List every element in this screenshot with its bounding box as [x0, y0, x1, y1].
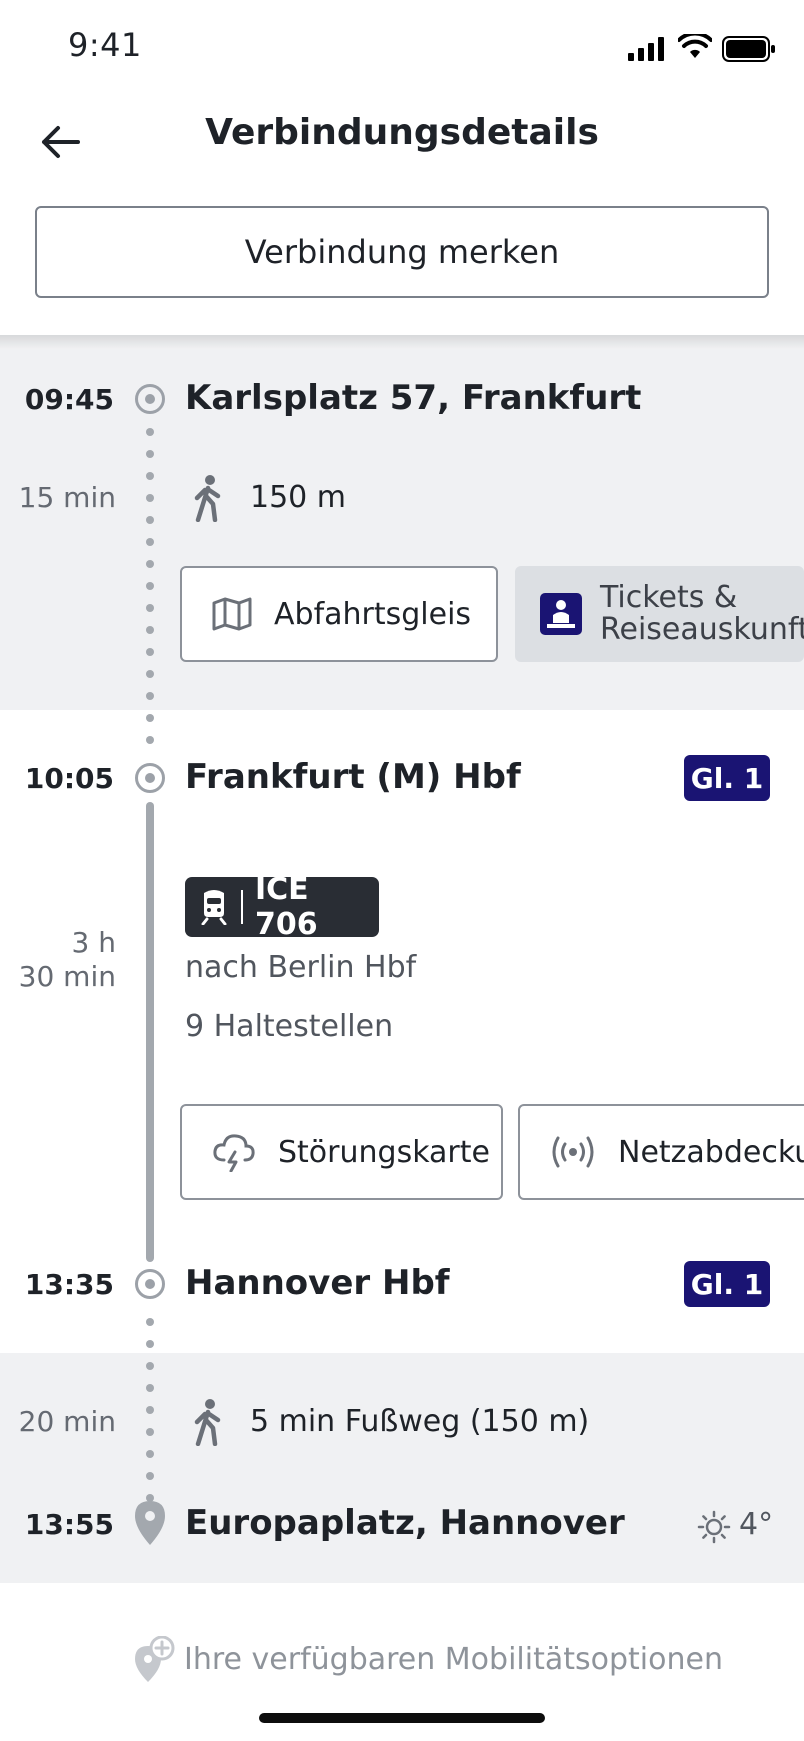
platform-badge: Gl. 1: [684, 755, 770, 801]
storm-icon: [212, 1132, 256, 1172]
walk-icon: [191, 1398, 225, 1450]
battery-icon: [722, 36, 776, 66]
walk-duration: 15 min: [18, 481, 116, 514]
train-direction: nach Berlin Hbf: [185, 950, 417, 985]
stop-count: 9 Haltestellen: [185, 1009, 394, 1044]
sun-icon: [697, 1510, 731, 1548]
departure-time: 09:45: [24, 383, 114, 416]
mobility-options-link[interactable]: Ihre verfügbaren Mobilitätsoptionen: [184, 1642, 723, 1677]
train-icon: [199, 889, 229, 925]
broadcast-icon: [550, 1135, 596, 1169]
path-dot: [146, 516, 154, 524]
departure-platform-label: Abfahrtsgleis: [274, 596, 472, 632]
walk-duration: 20 min: [18, 1405, 116, 1438]
path-dot: [146, 450, 154, 458]
map-icon: [212, 597, 252, 631]
path-dot: [146, 428, 154, 436]
stop-circle-icon: [135, 1269, 165, 1299]
network-coverage-label: Netzabdeckung: [618, 1134, 804, 1170]
walk-section-bg: [0, 1353, 804, 1583]
path-dot: [146, 714, 154, 722]
path-dot: [146, 670, 154, 678]
wifi-icon: [677, 31, 713, 64]
path-dot: [146, 736, 154, 744]
walk-description: 5 min Fußweg (150 m): [250, 1404, 590, 1439]
departure-station: Frankfurt (M) Hbf: [185, 757, 521, 797]
path-dot: [146, 1406, 154, 1414]
stop-circle-icon: [135, 384, 165, 414]
path-dot: [146, 582, 154, 590]
train-arrival-time: 13:35: [24, 1268, 114, 1301]
save-connection-button[interactable]: Verbindung merken: [35, 206, 769, 298]
path-dot: [146, 1340, 154, 1348]
network-coverage-button[interactable]: Netzabdeckung: [518, 1104, 804, 1200]
train-badge[interactable]: ICE 706: [185, 872, 379, 942]
arrival-station: Hannover Hbf: [185, 1263, 450, 1303]
signal-icon: [628, 37, 666, 65]
path-dot: [146, 626, 154, 634]
disruption-map-label: Störungskarte: [278, 1134, 490, 1170]
path-dot: [146, 1362, 154, 1370]
ticket-counter-icon: [540, 593, 582, 635]
header-shadow: [0, 335, 804, 349]
walk-distance: 150 m: [250, 480, 347, 515]
path-dot: [146, 604, 154, 612]
platform-badge: Gl. 1: [684, 1261, 770, 1307]
add-location-icon: [132, 1635, 176, 1688]
path-dot: [146, 494, 154, 502]
path-dot: [146, 1450, 154, 1458]
path-dot: [146, 1318, 154, 1326]
tickets-label-line1: Tickets &: [600, 580, 738, 615]
stop-circle-icon: [135, 763, 165, 793]
path-dot: [146, 1472, 154, 1480]
page-title: Verbindungsdetails: [205, 112, 599, 153]
home-indicator: [259, 1713, 545, 1723]
path-dot: [146, 538, 154, 546]
path-dot: [146, 560, 154, 568]
arrival-time: 13:55: [24, 1508, 114, 1541]
train-route-line: [146, 802, 154, 1262]
path-dot: [146, 692, 154, 700]
weather-temperature: 4°: [739, 1507, 774, 1542]
path-dot: [146, 648, 154, 656]
disruption-map-button[interactable]: Störungskarte: [180, 1104, 503, 1200]
train-departure-time: 10:05: [24, 762, 114, 795]
destination-location: Europaplatz, Hannover: [185, 1503, 625, 1543]
path-dot: [146, 1428, 154, 1436]
status-time: 9:41: [68, 26, 142, 64]
walk-icon: [191, 474, 225, 526]
tickets-info-button[interactable]: Tickets & Reiseauskunft: [515, 566, 804, 662]
train-duration: 3 h 30 min: [18, 926, 116, 993]
location-pin-icon: [133, 1500, 167, 1550]
departure-platform-button[interactable]: Abfahrtsgleis: [180, 566, 498, 662]
path-dot: [146, 472, 154, 480]
tickets-label-line2: Reiseauskunft: [600, 612, 804, 647]
start-location: Karlsplatz 57, Frankfurt: [185, 378, 642, 418]
train-label: ICE 706: [254, 872, 318, 942]
path-dot: [146, 1384, 154, 1392]
